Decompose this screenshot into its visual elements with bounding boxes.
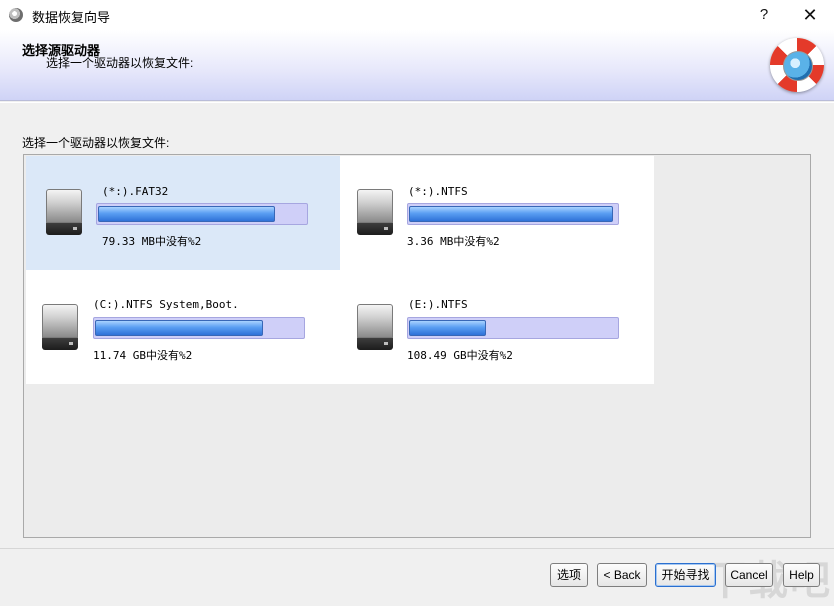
header-subtitle: 选择一个驱动器以恢复文件:: [46, 56, 194, 70]
disk-logo-icon: [783, 51, 813, 81]
window-title: 数据恢复向导: [32, 10, 111, 25]
drive-info: 11.74 GB中没有%2: [93, 349, 193, 362]
drive-usage-bar: [407, 317, 619, 339]
help-title-button[interactable]: ?: [742, 0, 786, 30]
drive-info: 108.49 GB中没有%2: [407, 349, 513, 362]
drive-list-label: 选择一个驱动器以恢复文件:: [22, 136, 170, 150]
drive-usage-bar: [93, 317, 305, 339]
drive-item-ntfs-star[interactable]: (*:).NTFS 3.36 MB中没有%2: [340, 156, 654, 270]
hard-drive-icon: [357, 304, 393, 350]
drive-item-c[interactable]: (C:).NTFS System,Boot. 11.74 GB中没有%2: [26, 270, 340, 384]
drive-info: 3.36 MB中没有%2: [407, 235, 500, 248]
title-bar: 数据恢复向导 ? ✕: [0, 0, 834, 31]
drive-info: 79.33 MB中没有%2: [102, 235, 202, 248]
drive-usage-bar: [407, 203, 619, 225]
drive-usage-fill: [95, 320, 263, 336]
back-button[interactable]: < Back: [597, 563, 647, 587]
drive-list[interactable]: (*:).FAT32 79.33 MB中没有%2 (*:).NTFS 3.36 …: [23, 154, 811, 538]
app-icon: [9, 8, 23, 22]
header-divider: [0, 102, 834, 103]
drive-item-fat32[interactable]: (*:).FAT32 79.33 MB中没有%2: [26, 156, 340, 270]
hard-drive-icon: [42, 304, 78, 350]
wizard-header: 选择源驱动器 选择一个驱动器以恢复文件:: [0, 30, 834, 101]
drive-name: (*:).NTFS: [408, 185, 468, 198]
hard-drive-icon: [46, 189, 82, 235]
drive-name: (*:).FAT32: [102, 185, 169, 198]
drive-item-e[interactable]: (E:).NTFS 108.49 GB中没有%2: [340, 270, 654, 384]
options-button[interactable]: 选项: [550, 563, 588, 587]
hard-drive-icon: [357, 189, 393, 235]
start-search-button[interactable]: 开始寻找: [655, 563, 716, 587]
drive-usage-fill: [98, 206, 275, 222]
drive-usage-fill: [409, 320, 486, 336]
drive-usage-fill: [409, 206, 613, 222]
drive-usage-bar: [96, 203, 308, 225]
drive-name: (C:).NTFS System,Boot.: [93, 298, 239, 311]
cancel-button[interactable]: Cancel: [725, 563, 773, 587]
lifebuoy-logo-icon: [770, 38, 824, 92]
help-button[interactable]: Help: [783, 563, 820, 587]
close-button[interactable]: ✕: [788, 0, 832, 30]
drive-name: (E:).NTFS: [408, 298, 468, 311]
